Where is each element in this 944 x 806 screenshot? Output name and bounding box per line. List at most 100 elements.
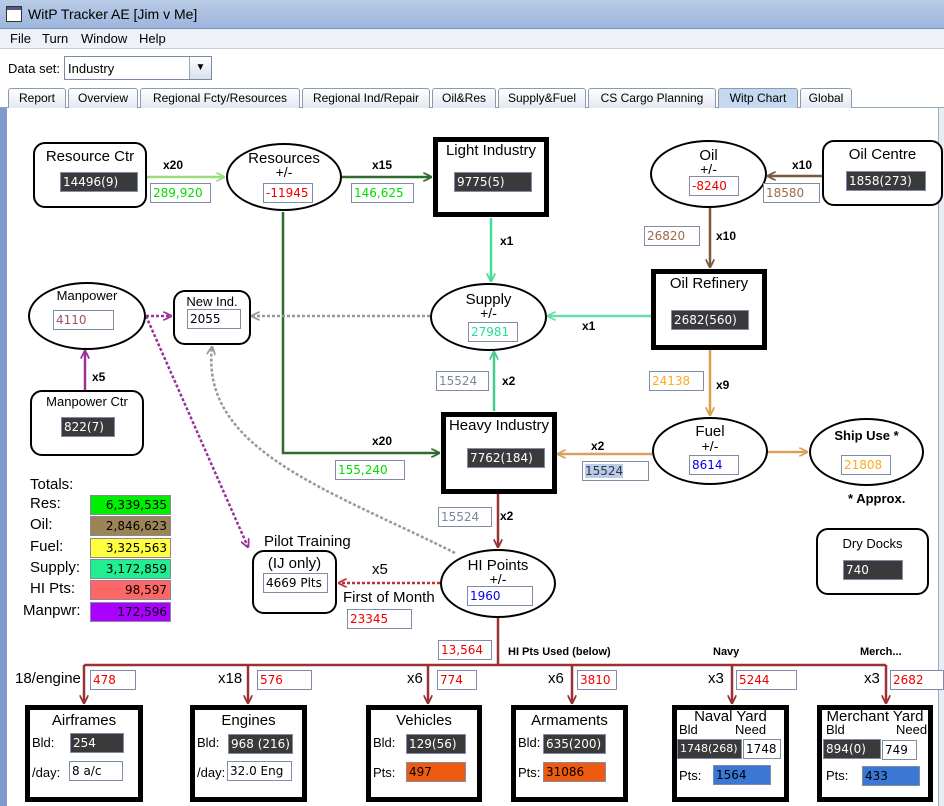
row-label: Bld: <box>373 735 396 750</box>
node-title: Heavy Industry <box>448 417 550 434</box>
new-ind-value[interactable]: 2055 <box>187 309 241 329</box>
column-label: Need <box>735 722 767 737</box>
flow-value[interactable]: 18580 <box>763 183 820 203</box>
armaments-used[interactable]: 3810 <box>577 670 617 690</box>
arrow-hip-newind <box>211 347 456 555</box>
dry-docks-value[interactable]: 740 <box>843 560 903 580</box>
flow-value[interactable]: 15524 <box>436 371 489 391</box>
flow-multiplier: x3 <box>708 670 724 687</box>
row-label: Pts: <box>518 765 541 780</box>
node-title: New Ind. <box>186 294 238 309</box>
supply-value[interactable]: 27981 <box>468 322 518 342</box>
flow-multiplier: x20 <box>163 158 184 172</box>
naval-points[interactable]: 1564 <box>713 765 771 785</box>
flow-multiplier: x10 <box>792 158 813 172</box>
pilot-training-title: Pilot Training <box>264 533 351 550</box>
merch-label: Merch... <box>860 646 902 658</box>
flow-value[interactable]: 26820 <box>644 226 700 246</box>
hi-points-value[interactable]: 1960 <box>467 586 533 606</box>
arrow-res-hi <box>281 212 439 453</box>
node-title: Resource Ctr <box>45 148 135 165</box>
oil-node: Oil +/- -8240 <box>650 140 767 208</box>
flow-value[interactable]: 289,920 <box>150 183 211 203</box>
pilot-training-value[interactable]: 4669 Plts <box>263 573 328 593</box>
node-title: Airframes <box>51 712 117 729</box>
manpower-value[interactable]: 4110 <box>53 310 114 330</box>
engines-per-day[interactable]: 32.0 Eng <box>227 761 292 781</box>
flow-multiplier: x5 <box>92 370 106 384</box>
airframes-built[interactable]: 254 <box>70 733 124 753</box>
armaments-built[interactable]: 635(200) <box>543 734 606 754</box>
merchant-need[interactable]: 749 <box>882 740 917 760</box>
column-label: Bld <box>679 722 698 737</box>
flow-value[interactable]: 23345 <box>347 609 412 629</box>
armaments-points[interactable]: 31086 <box>543 762 606 782</box>
column-label: Bld <box>826 722 845 737</box>
merchant-used[interactable]: 2682 <box>890 670 944 690</box>
merchant-built[interactable]: 894(0) <box>823 739 881 759</box>
node-sub: +/- <box>275 164 293 180</box>
node-title: Oil Centre <box>848 146 917 163</box>
totals-title: Totals: <box>30 476 74 493</box>
vehicles-used[interactable]: 774 <box>437 670 477 690</box>
vehicles-node: Vehicles Bld: 129(56) Pts: 497 <box>366 705 482 802</box>
row-label: Bld: <box>197 735 220 750</box>
naval-built[interactable]: 1748(268) <box>677 739 742 759</box>
hi-used-value[interactable]: 13,564 <box>438 640 492 660</box>
oil-value[interactable]: -8240 <box>689 176 739 196</box>
flow-multiplier: x10 <box>716 229 737 243</box>
oil-centre-value[interactable]: 1858(273) <box>846 171 926 191</box>
merchant-points[interactable]: 433 <box>862 766 920 786</box>
airframes-per-day[interactable]: 8 a/c <box>69 761 123 781</box>
total-supply-value: 3,172,859 <box>90 559 171 579</box>
pilot-training-node: (IJ only) 4669 Plts <box>252 550 337 614</box>
flow-multiplier: x5 <box>372 561 388 578</box>
resources-node: Resources +/- -11945 <box>226 143 342 211</box>
fuel-value[interactable]: 8614 <box>689 455 739 475</box>
engines-node: Engines Bld: 968 (216) /day: 32.0 Eng <box>190 705 307 802</box>
new-ind-node: New Ind. 2055 <box>173 290 251 345</box>
manpower-ctr-value[interactable]: 822(7) <box>61 417 115 437</box>
total-oil-value: 2,846,623 <box>90 516 171 536</box>
total-label: Supply: <box>30 559 81 576</box>
vehicles-built[interactable]: 129(56) <box>406 734 466 754</box>
column-label: Need <box>896 722 928 737</box>
engines-built[interactable]: 968 (216) <box>228 734 293 754</box>
row-label: /day: <box>197 765 226 780</box>
heavy-industry-value[interactable]: 7762(184) <box>467 448 545 468</box>
oil-centre-node: Oil Centre 1858(273) <box>822 140 943 206</box>
flow-multiplier: x20 <box>372 434 393 448</box>
flow-multiplier: x6 <box>407 670 423 687</box>
total-label: Res: <box>30 495 61 512</box>
flow-value[interactable]: 155,240 <box>335 460 405 480</box>
node-title: Engines <box>221 712 276 729</box>
light-industry-value[interactable]: 9775(5) <box>454 172 532 192</box>
resources-value[interactable]: -11945 <box>263 183 313 203</box>
row-label: Pts: <box>373 765 396 780</box>
resource-ctr-value[interactable]: 14496(9) <box>60 172 138 192</box>
engines-used[interactable]: 576 <box>257 670 312 690</box>
total-fuel-value: 3,325,563 <box>90 538 171 558</box>
merchant-yard-node: Merchant Yard Bld Need 894(0) 749 Pts: 4… <box>817 705 933 802</box>
node-sub: +/- <box>489 571 507 587</box>
airframes-used[interactable]: 478 <box>90 670 136 690</box>
naval-used[interactable]: 5244 <box>736 670 797 690</box>
ship-use-value[interactable]: 21808 <box>841 455 891 475</box>
manpower-ctr-node: Manpower Ctr 822(7) <box>30 390 144 456</box>
naval-need[interactable]: 1748 <box>743 739 781 759</box>
flow-value[interactable]: 15524 <box>585 464 624 478</box>
flow-value[interactable]: 24138 <box>649 371 704 391</box>
naval-yard-node: Naval Yard Bld Need 1748(268) 1748 Pts: … <box>672 705 789 802</box>
node-sub: +/- <box>480 305 497 321</box>
flow-value[interactable]: 146,625 <box>351 183 414 203</box>
flow-multiplier: x18 <box>218 670 243 687</box>
node-title: Dry Docks <box>842 536 903 551</box>
flow-multiplier: x9 <box>716 378 730 392</box>
total-label: Manpwr: <box>23 602 81 619</box>
airframes-node: Airframes Bld: 254 /day: 8 a/c <box>25 705 143 802</box>
node-title: Manpower <box>56 288 118 303</box>
flow-multiplier: x3 <box>864 670 880 687</box>
flow-value[interactable]: 15524 <box>438 507 492 527</box>
vehicles-points[interactable]: 497 <box>406 762 466 782</box>
oil-refinery-value[interactable]: 2682(560) <box>671 310 749 330</box>
